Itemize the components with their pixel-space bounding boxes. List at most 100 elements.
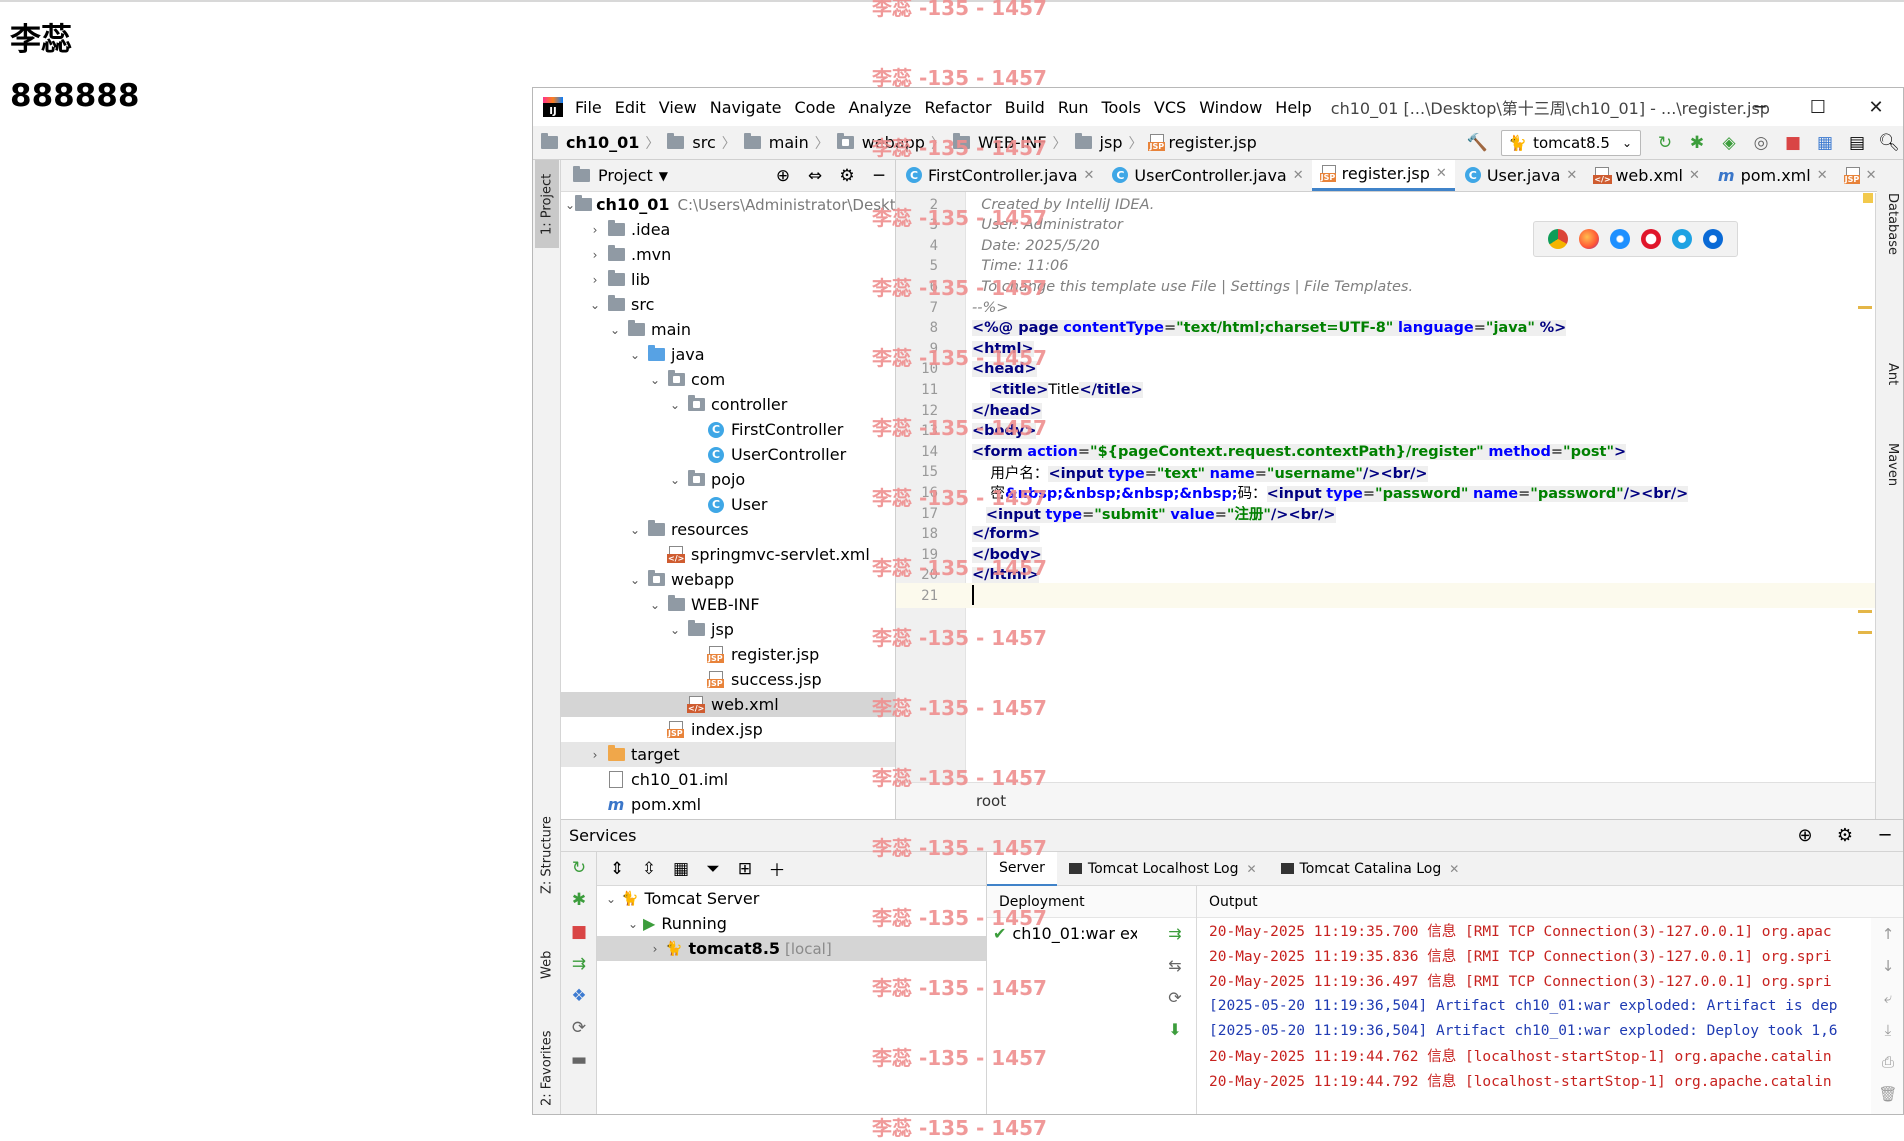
project-structure-icon[interactable]: ▦ bbox=[1809, 126, 1841, 160]
redeploy-icon[interactable]: ⇉ bbox=[1157, 918, 1193, 950]
breadcrumb-item[interactable]: src 〉 bbox=[667, 133, 736, 153]
chevron-down-icon[interactable]: ⌄ bbox=[645, 598, 665, 612]
tree-item[interactable]: ›JSPindex.jsp bbox=[561, 717, 895, 742]
close-icon[interactable]: ✕ bbox=[1847, 88, 1903, 126]
editor-tab[interactable]: JSP register.jsp ✕ bbox=[1311, 160, 1455, 191]
tree-item[interactable]: ⌄ jsp bbox=[561, 617, 895, 642]
code-editor[interactable]: 2 Created by IntelliJ IDEA. 3 User: Admin… bbox=[896, 192, 1877, 782]
editor-tab[interactable]: C UserController.java ✕ bbox=[1102, 160, 1311, 191]
chevron-down-icon[interactable]: ⌄ bbox=[601, 892, 621, 906]
add-icon[interactable]: ＋ bbox=[761, 856, 793, 881]
hide-panel-icon[interactable]: ─ bbox=[863, 166, 895, 186]
menu-run[interactable]: Run bbox=[1058, 98, 1089, 117]
breadcrumb-item[interactable]: jsp 〉 bbox=[1074, 133, 1142, 153]
tree-item[interactable]: ›JSPregister.jsp bbox=[561, 642, 895, 667]
editor-tab[interactable]: C FirstController.java ✕ bbox=[896, 160, 1102, 191]
refresh-icon[interactable]: ⟳ bbox=[1157, 982, 1193, 1014]
tool-tab-database[interactable]: Database bbox=[1880, 193, 1900, 303]
opera-icon[interactable] bbox=[1641, 229, 1662, 249]
menu-view[interactable]: View bbox=[659, 98, 697, 117]
collapse-all-icon[interactable]: ⇔ bbox=[799, 166, 831, 186]
menu-code[interactable]: Code bbox=[795, 98, 836, 117]
tree-item[interactable]: ⌄ webapp bbox=[561, 567, 895, 592]
print-icon[interactable]: ⎙ bbox=[1871, 1046, 1903, 1078]
scroll-down-icon[interactable]: ↓ bbox=[1871, 950, 1903, 982]
scroll-to-end-icon[interactable]: ⤓ bbox=[1871, 1014, 1903, 1046]
deploy-icon[interactable]: ⇉ bbox=[561, 948, 597, 980]
chrome-icon[interactable] bbox=[1547, 229, 1568, 249]
menu-analyze[interactable]: Analyze bbox=[848, 98, 911, 117]
chevron-down-icon[interactable]: ⌄ bbox=[665, 473, 685, 487]
artifacts-icon[interactable]: ❖ bbox=[561, 980, 597, 1012]
tree-item[interactable]: ›CUserController bbox=[561, 442, 895, 467]
tree-item[interactable]: ›JSPsuccess.jsp bbox=[561, 667, 895, 692]
collapse-all-icon[interactable]: ⇳ bbox=[633, 859, 665, 879]
chevron-right-icon[interactable]: › bbox=[585, 248, 605, 262]
clear-all-icon[interactable]: 🗑︎ bbox=[1871, 1078, 1903, 1110]
inspection-status-icon[interactable] bbox=[1863, 193, 1873, 203]
tree-item[interactable]: › lib bbox=[561, 267, 895, 292]
stop-icon[interactable]: ■ bbox=[561, 916, 597, 948]
close-tab-icon[interactable]: ✕ bbox=[1817, 168, 1828, 183]
edge-icon[interactable] bbox=[1703, 229, 1724, 249]
menu-vcs[interactable]: VCS bbox=[1154, 98, 1186, 117]
tool-tab-favorites[interactable]: 2: Favorites bbox=[535, 1020, 559, 1114]
tree-item[interactable]: ›ch10_01.iml bbox=[561, 767, 895, 792]
error-stripe-marker[interactable] bbox=[1858, 631, 1872, 634]
tool-tab-web[interactable]: Web bbox=[535, 930, 559, 1000]
editor-tab[interactable]: m pom.xml ✕ bbox=[1708, 160, 1836, 191]
error-stripe-marker[interactable] bbox=[1858, 306, 1872, 309]
filter-icon[interactable]: ⏷ bbox=[697, 859, 729, 879]
close-tab-icon[interactable]: ✕ bbox=[1449, 862, 1459, 876]
menu-help[interactable]: Help bbox=[1275, 98, 1311, 117]
close-tab-icon[interactable]: ✕ bbox=[1436, 166, 1447, 181]
chevron-down-icon[interactable]: ⌄ bbox=[625, 573, 645, 587]
breadcrumb-item[interactable]: webapp 〉 bbox=[836, 133, 945, 153]
close-tab-icon[interactable]: ✕ bbox=[1084, 168, 1095, 183]
tree-item[interactable]: › target bbox=[561, 742, 895, 767]
tree-item[interactable]: ⌄ pojo bbox=[561, 467, 895, 492]
menu-build[interactable]: Build bbox=[1005, 98, 1045, 117]
debug-icon[interactable]: ✱ bbox=[561, 884, 597, 916]
rerun-icon[interactable]: ↻ bbox=[1649, 126, 1681, 160]
breadcrumb-item[interactable]: ch10_01 〉 bbox=[541, 133, 659, 153]
tool-tab-structure[interactable]: Z: Structure bbox=[535, 800, 559, 910]
safari-icon[interactable] bbox=[1609, 229, 1630, 249]
soft-wrap-icon[interactable]: ⤶ bbox=[1871, 982, 1903, 1014]
minimize-icon[interactable]: ─ bbox=[1731, 88, 1789, 126]
services-tree-item[interactable]: › 🐈 tomcat8.5 [local] bbox=[597, 936, 986, 961]
chevron-right-icon[interactable]: › bbox=[585, 223, 605, 237]
maximize-icon[interactable]: ☐ bbox=[1789, 88, 1847, 126]
chevron-down-icon[interactable]: ⌄ bbox=[665, 623, 685, 637]
breadcrumb-item[interactable]: WEB-INF 〉 bbox=[952, 133, 1067, 153]
run-configuration-select[interactable]: 🐈 tomcat8.5 ⌄ bbox=[1501, 130, 1641, 156]
editor-tab[interactable]: C User.java ✕ bbox=[1455, 160, 1586, 191]
breadcrumb-item[interactable]: JSP register.jsp bbox=[1148, 133, 1257, 152]
group-by-icon[interactable]: ▦ bbox=[665, 859, 697, 879]
rerun-icon[interactable]: ↻ bbox=[561, 852, 597, 884]
tree-item[interactable]: › .mvn bbox=[561, 242, 895, 267]
gear-icon[interactable]: ⚙ bbox=[1825, 825, 1865, 846]
deploy-all-icon[interactable]: ⬇ bbox=[1157, 1014, 1193, 1046]
tree-item[interactable]: ›mpom.xml bbox=[561, 792, 895, 817]
error-stripe-marker[interactable] bbox=[1858, 610, 1872, 613]
breadcrumb-item[interactable]: main 〉 bbox=[743, 133, 829, 153]
console-output[interactable]: 20-May-2025 11:19:35.700 信息 [RMI TCP Con… bbox=[1197, 918, 1903, 1093]
chevron-right-icon[interactable]: › bbox=[585, 748, 605, 762]
chevron-down-icon[interactable]: ⌄ bbox=[565, 198, 575, 212]
services-tree-item[interactable]: ⌄ ▶ Running bbox=[597, 911, 986, 936]
menu-window[interactable]: Window bbox=[1199, 98, 1262, 117]
hide-panel-icon[interactable]: ─ bbox=[1865, 825, 1903, 846]
internet-explorer-icon[interactable] bbox=[1672, 229, 1693, 249]
chevron-right-icon[interactable]: › bbox=[585, 273, 605, 287]
scroll-up-icon[interactable]: ↑ bbox=[1871, 918, 1903, 950]
tool-tab-ant[interactable]: Ant bbox=[1880, 363, 1900, 423]
firefox-icon[interactable] bbox=[1578, 229, 1599, 249]
gear-icon[interactable]: ⚙ bbox=[831, 166, 863, 186]
menu-edit[interactable]: Edit bbox=[615, 98, 646, 117]
menu-file[interactable]: File bbox=[575, 98, 602, 117]
editor-tab[interactable]: JSP ✕ bbox=[1836, 160, 1877, 191]
debug-icon[interactable]: ✱ bbox=[1681, 126, 1713, 160]
tool-tab-maven[interactable]: Maven bbox=[1880, 443, 1900, 523]
chevron-down-icon[interactable]: ⌄ bbox=[585, 298, 605, 312]
